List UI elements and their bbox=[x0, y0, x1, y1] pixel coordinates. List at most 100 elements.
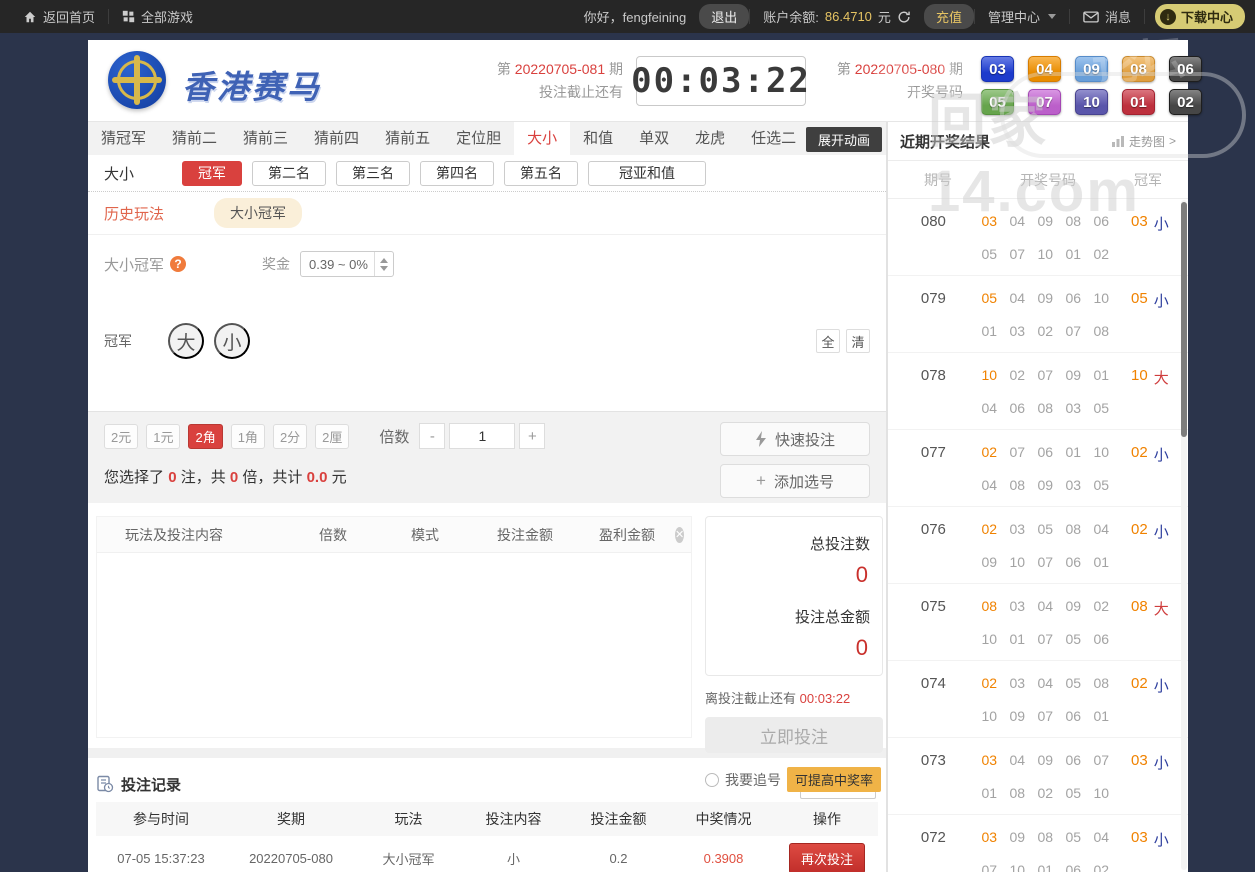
size-option-button[interactable]: 小 bbox=[214, 323, 250, 359]
clear-button[interactable]: 清 bbox=[846, 329, 870, 353]
records-header-row: 参与时间 奖期 玩法 投注内容 投注金额 中奖情况 操作 bbox=[96, 802, 878, 836]
multiplier-label: 倍数 bbox=[379, 428, 410, 446]
nav-tab[interactable]: 大小 bbox=[514, 122, 571, 155]
chase-radio[interactable] bbox=[705, 772, 719, 787]
draw-number: 02 bbox=[1037, 785, 1054, 801]
draw-number: 04 bbox=[981, 400, 998, 416]
nav-tab[interactable]: 猜前二 bbox=[159, 122, 230, 155]
multiplier-value[interactable]: 1 bbox=[449, 423, 516, 449]
denomination-button[interactable]: 2分 bbox=[272, 423, 308, 449]
refresh-icon[interactable] bbox=[897, 10, 911, 24]
results-scrollbar[interactable] bbox=[1181, 200, 1187, 870]
draw-number: 03 bbox=[981, 213, 998, 229]
draw-number: 10 bbox=[1093, 785, 1110, 801]
draw-number: 07 bbox=[1037, 708, 1054, 724]
multiplier-minus-button[interactable]: - bbox=[419, 423, 446, 449]
draw-number: 10 bbox=[981, 367, 998, 383]
position-button[interactable]: 冠亚和值 bbox=[588, 160, 707, 186]
results-col-champion: 冠军 bbox=[1134, 171, 1162, 188]
nav-tab[interactable]: 猜前四 bbox=[301, 122, 372, 155]
scrollbar-thumb[interactable] bbox=[1181, 202, 1187, 437]
denomination-button[interactable]: 2元 bbox=[104, 423, 139, 449]
mail-icon bbox=[1083, 10, 1099, 23]
draw-number: 10 bbox=[1037, 246, 1054, 262]
logout-button[interactable]: 退出 bbox=[699, 4, 750, 29]
multiplier-plus-button[interactable]: + bbox=[519, 423, 546, 449]
nav-tab[interactable]: 猜前五 bbox=[372, 122, 443, 155]
rebet-button[interactable]: 再次投注 bbox=[788, 843, 865, 872]
brand-logo-icon[interactable] bbox=[108, 51, 166, 109]
draw-number: 05 bbox=[1093, 477, 1110, 493]
position-button[interactable]: 第三名 bbox=[336, 160, 411, 186]
draw-number: 10 bbox=[1009, 554, 1026, 570]
denomination-button[interactable]: 1角 bbox=[230, 423, 265, 449]
nav-tab[interactable]: 猜冠军 bbox=[88, 122, 159, 155]
draw-number: 10 bbox=[981, 708, 998, 724]
back-home-link[interactable]: 返回首页 bbox=[10, 0, 108, 33]
draw-number: 09 bbox=[1037, 477, 1054, 493]
summary-text: 元 bbox=[331, 469, 347, 486]
draw-number: 07 bbox=[1065, 323, 1082, 339]
denomination-button[interactable]: 2厘 bbox=[315, 423, 350, 449]
draw-number: 05 bbox=[981, 290, 998, 306]
result-number-line: 10 09 07 06 01 bbox=[979, 708, 1112, 724]
close-icon[interactable]: ✕ bbox=[675, 526, 685, 543]
draw-number: 05 bbox=[1093, 400, 1110, 416]
result-number-line: 05 07 10 01 02 bbox=[979, 246, 1112, 262]
draw-ball: 05 bbox=[981, 89, 1014, 115]
quick-bet-button[interactable]: 快速投注 bbox=[720, 422, 870, 456]
denomination-button[interactable]: 2角 bbox=[188, 423, 223, 449]
bet-now-button[interactable]: 立即投注 bbox=[705, 717, 883, 753]
record-list-icon bbox=[96, 775, 114, 793]
nav-tab[interactable]: 和值 bbox=[570, 122, 626, 155]
result-issue: 076 bbox=[920, 521, 946, 538]
big-small-indicator: 大 bbox=[1153, 601, 1169, 618]
nav-tab[interactable]: 猜前三 bbox=[230, 122, 301, 155]
history-play-tag[interactable]: 大小冠军 bbox=[214, 198, 303, 228]
draw-ball: 09 bbox=[1075, 56, 1108, 82]
nav-tab[interactable]: 任选二 bbox=[738, 122, 809, 155]
all-games-link[interactable]: 全部游戏 bbox=[109, 0, 206, 33]
result-number-line: 04 08 09 03 05 bbox=[979, 477, 1112, 493]
position-button[interactable]: 第四名 bbox=[420, 160, 495, 186]
bonus-select[interactable]: 0.39 ~ 0% bbox=[300, 251, 395, 277]
draw-ball: 08 bbox=[1122, 56, 1155, 82]
admin-center-menu[interactable]: 管理中心 bbox=[975, 0, 1069, 33]
result-issue: 075 bbox=[920, 598, 946, 615]
draw-ball: 04 bbox=[1028, 56, 1061, 82]
draw-numbers-label: 开奖号码 bbox=[907, 84, 963, 100]
result-numbers: 05 04 09 06 10 01 03 02 07 08 bbox=[979, 276, 1112, 352]
position-button[interactable]: 第二名 bbox=[252, 160, 327, 186]
issue-suffix: 期 bbox=[949, 61, 963, 77]
trend-chart-link[interactable]: 走势图 > bbox=[1111, 133, 1176, 150]
denomination-button[interactable]: 1元 bbox=[146, 423, 181, 449]
record-column-header: 奖期 bbox=[277, 811, 305, 827]
position-button[interactable]: 第五名 bbox=[504, 160, 579, 186]
recharge-button[interactable]: 充值 bbox=[923, 4, 974, 29]
draw-number: 04 bbox=[1037, 675, 1054, 691]
download-center-button[interactable]: ↓ 下载中心 bbox=[1154, 4, 1245, 29]
history-play-row: 历史玩法 大小冠军 bbox=[88, 192, 886, 235]
draw-number: 06 bbox=[1065, 752, 1082, 768]
draw-number: 01 bbox=[1037, 862, 1054, 872]
draw-number: 01 bbox=[1093, 367, 1110, 383]
draw-number: 02 bbox=[1093, 862, 1110, 872]
nav-tab[interactable]: 龙虎 bbox=[682, 122, 738, 155]
messages-link[interactable]: 消息 bbox=[1070, 0, 1144, 33]
result-number-line: 09 10 07 06 01 bbox=[979, 554, 1112, 570]
nav-tab[interactable]: 定位胆 bbox=[443, 122, 514, 155]
expand-animation-button[interactable]: 展开动画 bbox=[805, 127, 882, 152]
stepper-arrows-icon[interactable] bbox=[374, 252, 393, 276]
add-numbers-button[interactable]: + 添加选号 bbox=[720, 464, 870, 498]
nav-tab[interactable]: 单双 bbox=[626, 122, 682, 155]
result-champion: 05 小 bbox=[1112, 276, 1188, 352]
bet-slip-columns: 玩法及投注内容 倍数 模式 投注金额 盈利金额 bbox=[97, 525, 675, 545]
result-numbers: 02 03 04 05 08 10 09 07 06 01 bbox=[979, 661, 1112, 737]
result-numbers: 02 07 06 01 10 04 08 09 03 05 bbox=[979, 430, 1112, 506]
size-option-button[interactable]: 大 bbox=[168, 323, 204, 359]
help-icon[interactable]: ? bbox=[170, 256, 187, 272]
draw-balls-row-2: 05 07 10 01 02 bbox=[981, 89, 1202, 115]
download-center-label: 下载中心 bbox=[1180, 10, 1233, 25]
select-all-button[interactable]: 全 bbox=[816, 329, 840, 353]
position-button[interactable]: 冠军 bbox=[182, 160, 243, 186]
